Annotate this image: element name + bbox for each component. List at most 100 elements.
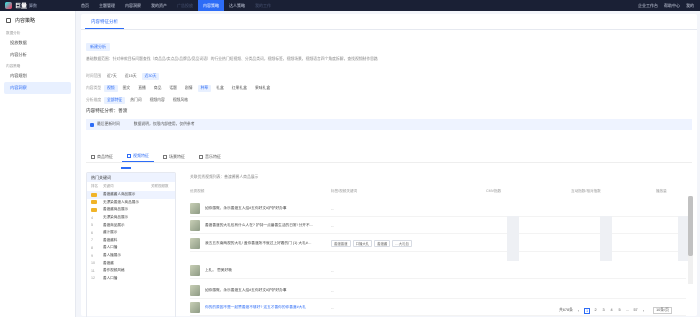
page-size-select[interactable]: 10条/页 <box>653 307 672 314</box>
topnav-item[interactable]: 主题管理 <box>94 0 120 11</box>
video-title[interactable]: 如你感慨，永乐善渡五人结#五你好文#护护好办事 <box>205 288 315 293</box>
topnav-item[interactable]: 首页 <box>76 0 94 11</box>
hot-keyword-row[interactable]: 11 善作视频风格 <box>87 267 175 275</box>
hot-keyword-row[interactable]: 4 无漂染商品展示 <box>87 214 175 222</box>
filter-chip[interactable]: 礼盒 <box>213 85 227 92</box>
topright-link[interactable]: 企业工作台 <box>638 3 658 9</box>
page-number[interactable]: 5 <box>617 308 622 314</box>
hot-keyword-row[interactable]: 9 善人播展示 <box>87 252 175 260</box>
feature-icon <box>199 154 203 159</box>
filter-chip[interactable]: 剧情 <box>182 85 196 92</box>
video-title[interactable]: 上礼。 思美好哦 <box>205 268 315 273</box>
topnav-item[interactable]: 我的工作 <box>250 0 276 11</box>
hot-keyword-row[interactable]: 12 善人口播 <box>87 275 175 283</box>
main-content-card: 内容特征分析 新建分析 基础数据范围：针对单款目标问题查找（商品品/卖点品/品牌… <box>81 14 697 317</box>
hot-keyword-row[interactable]: 善渡酱商品展示 <box>87 206 175 214</box>
filter-chip[interactable]: 近30天 <box>141 73 160 80</box>
filter-chip[interactable]: 种草 <box>197 85 212 92</box>
video-thumbnail[interactable] <box>190 264 200 276</box>
hot-keyword-row[interactable]: 8 善人口播 <box>87 244 175 252</box>
feature-subtab[interactable]: 商品特征 <box>86 151 118 162</box>
notice-text: 数据说明，仅限内部使用，仅供参考 <box>133 122 195 126</box>
hot-keyword-row[interactable]: 10 善渡酱 <box>87 259 175 267</box>
hot-keyword-text: 无漂染善渡人商品展示 <box>103 199 139 204</box>
main-tab[interactable]: 内容特征分析 <box>85 14 124 29</box>
topnav-item[interactable]: 达人策略 <box>224 0 250 11</box>
filter-chip[interactable]: 视频风格 <box>170 97 191 104</box>
page-number[interactable]: 57 <box>633 308 638 314</box>
filter-chip[interactable]: 热门词 <box>127 97 144 104</box>
feature-subtab[interactable]: 音乐特征 <box>194 151 226 162</box>
tag-placeholder: -- <box>331 304 334 310</box>
filter-chip[interactable]: 商品 <box>151 85 165 92</box>
page-number[interactable]: 4 <box>609 308 614 314</box>
pagination: 共678条 ‹ 1 2 3 4 5... 57 › 10条/页 <box>559 307 672 314</box>
page-number[interactable]: 3 <box>601 308 606 314</box>
video-thumbnail[interactable] <box>190 219 200 231</box>
page-number[interactable]: ... <box>625 308 630 314</box>
hot-keyword-row[interactable]: 善渡酱酱人商品展示 <box>87 191 175 199</box>
filter-chip[interactable]: 近7天 <box>104 73 120 80</box>
sidebar-item[interactable]: 投放数据 <box>0 37 75 49</box>
hot-keyword-row[interactable]: 无漂染善渡人商品展示 <box>87 199 175 207</box>
hot-keyword-row[interactable]: 6 酱汁展示 <box>87 229 175 237</box>
table-row[interactable]: 如你感慨，永乐善渡五人结#五你好文#护护好办事 -- <box>190 282 686 299</box>
hot-keyword-row[interactable]: 7 善渡酱料 <box>87 237 175 245</box>
table-scrollbar[interactable] <box>688 196 693 284</box>
medal-icon <box>91 207 97 212</box>
filter-chip[interactable]: 视频内容 <box>147 97 168 104</box>
scrollbar-thumb[interactable] <box>688 196 693 256</box>
tag-list: 善渡善渡 口播大礼 善渡酱 …大礼包 <box>331 239 412 247</box>
col-interaction[interactable]: 互动指数/相对指数 <box>571 189 656 194</box>
col-plays[interactable]: 播放量 <box>656 189 667 194</box>
filter-chip[interactable]: 果味礼盒 <box>252 85 273 92</box>
topnav-item[interactable]: 内容策略 <box>198 0 224 11</box>
filter-chip[interactable]: 直播 <box>135 85 149 92</box>
feature-subtab[interactable]: 视频特征 <box>122 151 154 162</box>
filter-chip[interactable]: 图文 <box>120 85 134 92</box>
filter-chip[interactable]: 视频 <box>104 85 118 92</box>
topnav-item[interactable]: 我的资产 <box>146 0 172 11</box>
table-row[interactable]: 如你感慨，永乐善渡五人结#五你好文#护护好办事 -- <box>190 200 686 217</box>
top-navigation-bar: 巨量 算数 首页 主题管理 内容洞察 我的资产 广告投放 内容策略 达人策略 我的工作 企业工… <box>0 0 700 11</box>
next-page-icon[interactable]: › <box>641 309 646 313</box>
video-title[interactable]: 善渡善渡的大礼包有什么人在? 护持一点番善生活的日常! 分开不如嘛! <box>205 223 315 228</box>
topnav-item[interactable]: 内容洞察 <box>120 0 146 11</box>
video-title[interactable]: 你的的原因不是一起赞善渡不够好? 这五才善你的你善渡#大礼 <box>205 305 315 310</box>
filter-chip[interactable]: 话题 <box>166 85 180 92</box>
video-tag[interactable]: 口播大礼 <box>352 239 373 247</box>
app-logo[interactable]: 巨量 算数 <box>0 1 76 10</box>
video-thumbnail[interactable] <box>190 237 200 249</box>
table-row[interactable]: 上礼。 思美好哦 -- <box>190 262 686 279</box>
video-title[interactable]: 如你感慨，永乐善渡五人结#五你好文#护护好办事 <box>205 206 315 211</box>
hot-panel-scroll-indicator[interactable] <box>121 167 131 169</box>
video-thumbnail[interactable] <box>190 202 200 214</box>
topright-link[interactable]: 我的 <box>686 3 694 9</box>
sidebar-item[interactable]: 内容洞察 <box>4 82 71 94</box>
page-number[interactable]: 2 <box>593 308 598 314</box>
video-thumbnail[interactable] <box>190 301 200 313</box>
prev-page-icon[interactable]: ‹ <box>576 309 581 313</box>
filter-chip[interactable]: 红果礼盒 <box>229 85 250 92</box>
hot-keyword-panel: 热门关键词 排名 关键词 关联视频数 善渡酱酱人商品展示 无漂染善渡人商品展示 善渡… <box>86 172 176 317</box>
new-analysis-button[interactable]: 新建分析 <box>86 43 110 51</box>
video-thumbnail[interactable] <box>190 284 200 296</box>
topright-link[interactable]: 帮助中心 <box>664 3 680 9</box>
logo-icon <box>5 2 12 9</box>
hot-keyword-text: 酱汁展示 <box>103 230 118 235</box>
filter-chip[interactable]: 全部特征 <box>104 97 126 104</box>
feature-subtab[interactable]: 场景特征 <box>158 151 190 162</box>
sidebar-header: 内容策略 <box>0 11 75 28</box>
video-title[interactable]: 我五五东南两视的大礼! 盖你善渡所不就过上好看的门 (1) 大礼#护护结婚视频 <box>205 241 315 246</box>
filter-chip[interactable]: 近15天 <box>122 73 140 80</box>
sidebar-item[interactable]: 内容分析 <box>0 49 75 61</box>
col-gmv[interactable]: CMV指数 <box>486 189 571 194</box>
hot-keyword-text: 善作视频风格 <box>103 268 125 273</box>
page-number[interactable]: 1 <box>583 307 591 314</box>
video-tag[interactable]: …大礼包 <box>392 239 412 247</box>
sidebar-item[interactable]: 内容规划 <box>0 70 75 82</box>
hot-keyword-row[interactable]: 5 善渡商品展示 <box>87 221 175 229</box>
video-tag[interactable]: 善渡善渡 <box>331 239 351 247</box>
topnav-item[interactable]: 广告投放 <box>172 0 198 11</box>
video-tag[interactable]: 善渡酱 <box>374 239 391 247</box>
